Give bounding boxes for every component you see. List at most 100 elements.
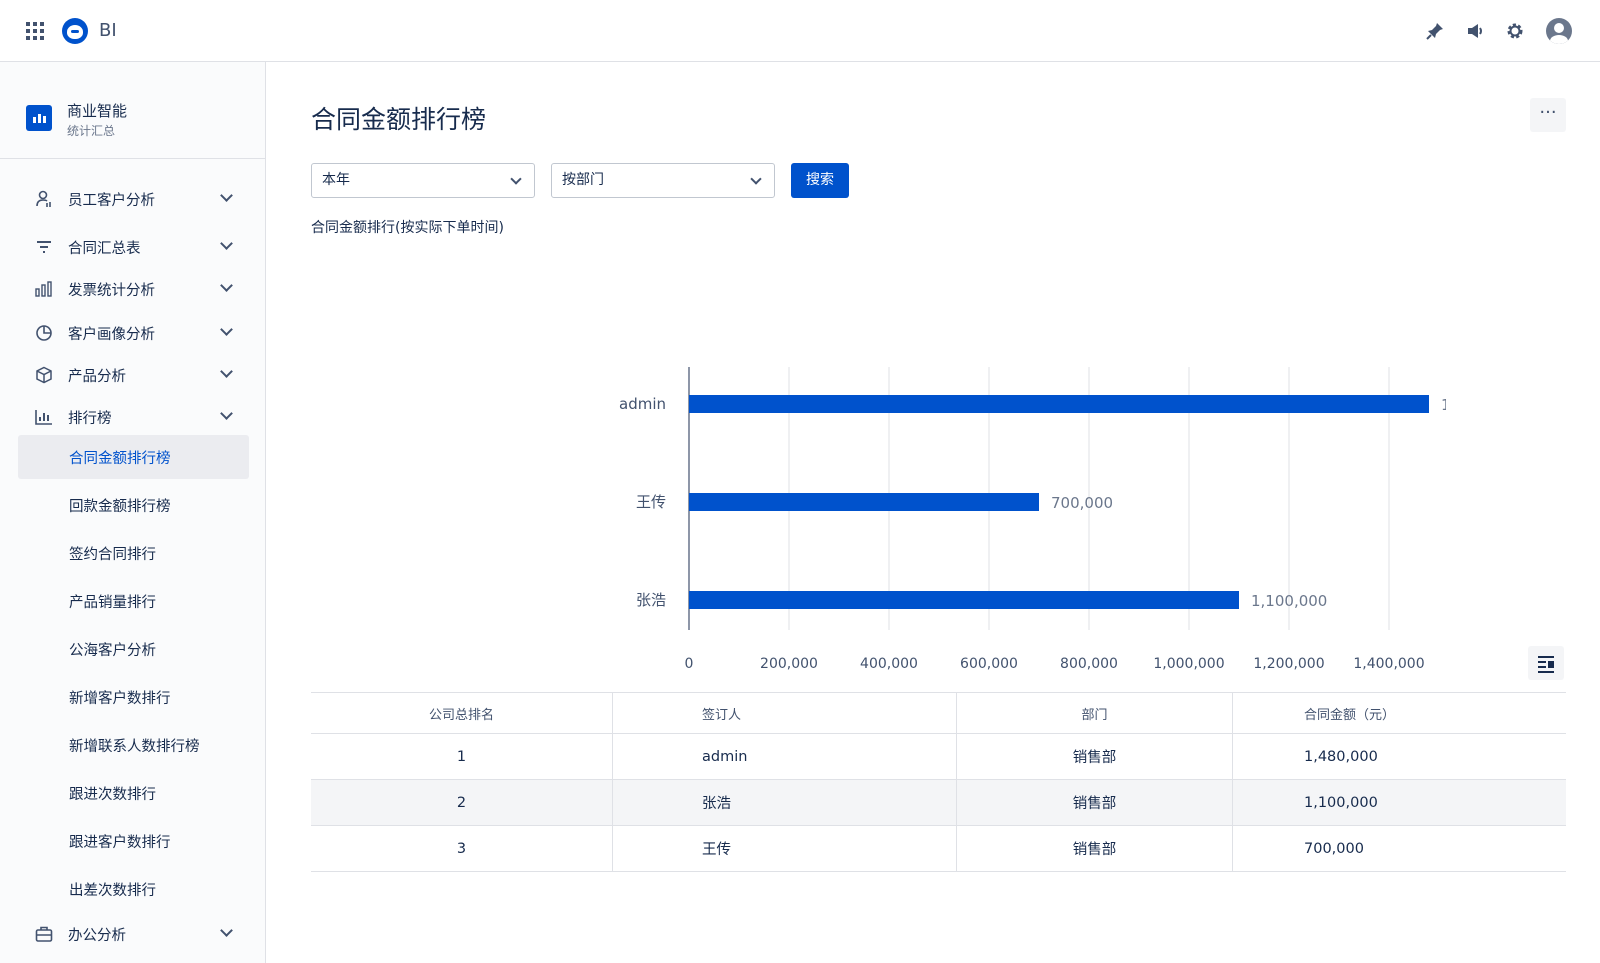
chevron-down-icon [220,279,233,292]
nav-ranking[interactable]: 排行榜 [18,396,249,438]
chevron-down-icon [220,189,233,202]
main-content: 合同金额排行榜 ··· 本年 按部门 搜索 合同金额排行(按实际下单时间) ad… [266,62,1600,963]
signer-cell: 王传 [613,826,957,871]
amount-cell: 1,480,000 [1304,748,1378,765]
department-cell: 销售部 [957,826,1233,871]
nav-label: 合同汇总表 [68,240,141,257]
bar-value-label: 1,480,000 [1441,396,1446,414]
bar[interactable] [689,395,1429,413]
table-row[interactable]: 3 王传 销售部 700,000 [311,826,1566,872]
rank-cell: 3 [311,826,613,871]
nav-invoice-analysis[interactable]: 发票统计分析 [18,268,249,310]
table-header-department[interactable]: 部门 [957,693,1233,733]
top-bar: BI [0,0,1600,62]
nav-new-customer-ranking[interactable]: 新增客户数排行 [18,675,249,719]
department-cell: 销售部 [957,734,1233,779]
bar[interactable] [689,591,1239,609]
x-tick-label: 0 [685,656,694,672]
sidebar-subtitle: 统计汇总 [67,124,116,138]
user-avatar-icon[interactable] [1546,18,1572,44]
department-cell: 销售部 [957,780,1233,825]
sidebar-header: 商业智能 统计汇总 [0,62,265,159]
box-icon [34,365,54,385]
x-tick-label: 1,200,000 [1253,656,1324,672]
signer-cell: 张浩 [613,780,957,825]
nav-product-sales-ranking[interactable]: 产品销量排行 [18,579,249,623]
nav-product-analysis[interactable]: 产品分析 [18,354,249,396]
group-by-select[interactable]: 按部门 [551,163,775,198]
x-tick-label: 600,000 [960,656,1018,672]
signer-cell: admin [613,734,957,779]
table-row[interactable]: 1 admin 销售部 1,480,000 [311,734,1566,780]
period-select[interactable]: 本年 [311,163,535,198]
nav-signed-contract-ranking[interactable]: 签约合同排行 [18,531,249,575]
chevron-down-icon [220,323,233,336]
ellipsis-icon: ··· [1539,102,1557,123]
nav-customer-profile[interactable]: 客户画像分析 [18,312,249,354]
table-row[interactable]: 2 张浩 销售部 1,100,000 [311,780,1566,826]
table-header-rank[interactable]: 公司总排名 [311,693,613,733]
nav-contract-summary[interactable]: 合同汇总表 [18,226,249,268]
y-category-label: 张浩 [636,591,666,609]
period-select-value: 本年 [322,172,350,188]
nav-payment-amount-ranking[interactable]: 回款金额排行榜 [18,483,249,527]
chevron-down-icon [220,237,233,250]
bar-chart-icon [34,279,54,299]
nav-label: 产品分析 [68,368,126,385]
briefcase-icon [34,924,54,944]
rank-cell: 2 [311,780,613,825]
x-tick-label: 1,000,000 [1153,656,1224,672]
y-category-label: 王传 [636,493,666,511]
chevron-down-icon [220,924,233,937]
page-title: 合同金额排行榜 [311,105,487,134]
amount-cell: 700,000 [1304,840,1364,857]
rank-cell: 1 [311,734,613,779]
nav-label: 发票统计分析 [68,282,155,299]
nav-office-analysis[interactable]: 办公分析 [18,913,249,955]
table-header-amount[interactable]: 合同金额（元） [1233,693,1566,733]
logo-icon[interactable] [62,18,88,44]
nav-label: 办公分析 [68,927,126,944]
nav-followup-customer-ranking[interactable]: 跟进客户数排行 [18,819,249,863]
nav-employee-customer-analysis[interactable]: 员工客户分析 [18,178,249,220]
table-header-row: 公司总排名 签订人 部门 合同金额（元） [311,693,1566,734]
chevron-down-icon [220,365,233,378]
bi-logo-icon [26,105,52,131]
more-actions-button[interactable]: ··· [1530,98,1566,132]
chevron-down-icon [220,407,233,420]
app-name[interactable]: BI [99,20,117,41]
ranking-table: 公司总排名 签订人 部门 合同金额（元） 1 admin 销售部 1,480,0… [311,692,1566,872]
bar-value-label: 700,000 [1051,494,1113,512]
x-tick-label: 800,000 [1060,656,1118,672]
amount-cell: 1,100,000 [1304,794,1378,811]
sidebar: 商业智能 统计汇总 员工客户分析 合同汇总表 发票统计分析 客户画像分析 产品分 [0,62,266,963]
notification-icon[interactable] [1422,18,1448,44]
table-view-toggle-button[interactable] [1528,646,1564,680]
ranking-icon [34,407,54,427]
search-button[interactable]: 搜索 [791,163,849,198]
chevron-down-icon [750,173,762,185]
nav-label: 客户画像分析 [68,326,155,343]
group-by-select-value: 按部门 [562,172,604,188]
x-tick-label: 400,000 [860,656,918,672]
nav-followup-count-ranking[interactable]: 跟进次数排行 [18,771,249,815]
apps-grid-icon[interactable] [26,22,44,40]
chevron-down-icon [510,173,522,185]
nav-contract-amount-ranking[interactable]: 合同金额排行榜 [18,435,249,479]
settings-icon[interactable] [1502,18,1528,44]
nav-label: 员工客户分析 [68,192,155,209]
user-icon [34,189,54,209]
bar[interactable] [689,493,1039,511]
nav-label: 排行榜 [68,410,112,427]
x-tick-label: 1,400,000 [1353,656,1424,672]
bar-value-label: 1,100,000 [1251,592,1327,610]
announcement-icon[interactable] [1462,18,1488,44]
chart-title: 合同金额排行(按实际下单时间) [311,220,504,236]
nav-public-pool-analysis[interactable]: 公海客户分析 [18,627,249,671]
y-category-label: admin [619,395,666,413]
nav-business-trip-ranking[interactable]: 出差次数排行 [18,867,249,911]
filter-icon [34,237,54,257]
table-header-signer[interactable]: 签订人 [613,693,957,733]
nav-new-contact-ranking[interactable]: 新增联系人数排行榜 [18,723,249,767]
sidebar-title: 商业智能 [67,102,128,120]
